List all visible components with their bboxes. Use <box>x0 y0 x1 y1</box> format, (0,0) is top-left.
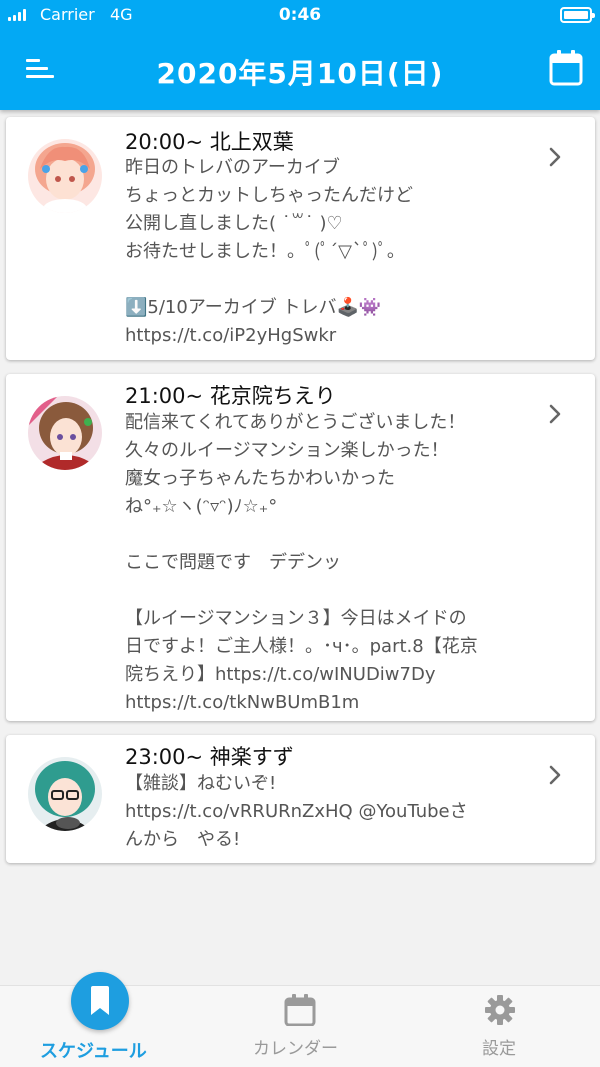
status-bar: Carrier 4G 0:46 <box>0 0 600 30</box>
card-line: 久々のルイージマンション楽しかった！ <box>125 440 449 461</box>
battery-icon <box>560 7 595 23</box>
card-line <box>125 266 413 294</box>
tab-settings-label[interactable]: 設定 <box>482 1034 516 1059</box>
card-description: 配信来てくれてありがとうございました！ 久々のルイージマンション楽しかった！ 魔… <box>125 409 478 717</box>
tab-schedule-label[interactable]: スケジュール <box>40 1037 147 1063</box>
tab-schedule[interactable] <box>71 972 129 1030</box>
card-link[interactable]: https://t.co/vRRURnZxHQ @YouTubeさ <box>125 798 468 826</box>
card-line: ⬇️5/10アーカイブ トレバ🕹️👾 <box>125 297 382 318</box>
status-time: 0:46 <box>278 5 322 25</box>
page-title: 2020年5月10日(日) <box>156 57 444 90</box>
tab-calendar-label[interactable]: カレンダー <box>253 1034 338 1059</box>
chevron-right-icon[interactable] <box>546 765 564 785</box>
card-line: 【ルイージマンション３】今日はメイドの <box>125 608 467 629</box>
avatar <box>28 139 102 213</box>
calendar-icon[interactable] <box>549 50 583 86</box>
card-title: 20:00~ 北上双葉 <box>125 130 294 154</box>
card-line: ちょっとカットしちゃったんだけど <box>125 185 413 206</box>
card-line: 公開し直しました( ˙꒳˙ )♡ <box>125 213 343 234</box>
chevron-right-icon[interactable] <box>546 404 564 424</box>
schedule-card[interactable]: 20:00~ 北上双葉 昨日のトレバのアーカイブ ちょっとカットしちゃったんだけ… <box>6 117 595 360</box>
card-link[interactable]: https://t.co/tkNwBUmB1m <box>125 689 478 717</box>
card-line <box>125 577 478 605</box>
card-description: 昨日のトレバのアーカイブ ちょっとカットしちゃったんだけど 公開し直しました( … <box>125 154 413 350</box>
card-title: 23:00~ 神楽すず <box>125 745 294 769</box>
card-description: 【雑談】ねむいぞ! https://t.co/vRRURnZxHQ @YouTu… <box>125 770 468 854</box>
schedule-card[interactable]: 21:00~ 花京院ちえり 配信来てくれてありがとうございました！ 久々のルイー… <box>6 374 595 721</box>
chevron-right-icon[interactable] <box>546 147 564 167</box>
card-line: 配信来てくれてありがとうございました！ <box>125 412 466 433</box>
card-line <box>125 521 478 549</box>
card-line: 昨日のトレバのアーカイブ <box>125 157 340 178</box>
card-line: 【雑談】ねむいぞ! <box>125 773 277 794</box>
avatar <box>28 396 102 470</box>
app-header: Carrier 4G 0:46 2020年5月10日(日) <box>0 0 600 110</box>
card-line: お待たせしました！。ﾟ(ﾟ´▽`ﾟ)ﾟ。 <box>125 241 405 262</box>
bookmark-icon <box>91 986 109 1015</box>
avatar <box>28 757 102 831</box>
schedule-card[interactable]: 23:00~ 神楽すず 【雑談】ねむいぞ! https://t.co/vRRUR… <box>6 735 595 863</box>
gear-icon[interactable] <box>484 994 516 1026</box>
card-line: 日ですよ！ご主人様！。･ч･。part.8【花京 <box>125 636 478 657</box>
card-line: ここで問題です デデンッ <box>125 552 341 573</box>
card-link[interactable]: https://t.co/iP2yHgSwkr <box>125 322 413 350</box>
card-line: 魔女っ子ちゃんたちかわいかった <box>125 468 395 489</box>
card-line: ね°₊☆ヽ(ᵔ▿ᵔ)ﾉ☆₊° <box>125 496 278 517</box>
calendar-icon[interactable] <box>284 994 316 1026</box>
card-line: んから やる! <box>125 829 241 850</box>
card-link[interactable]: 院ちえり】https://t.co/wINUDiw7Dy <box>125 661 478 689</box>
card-title: 21:00~ 花京院ちえり <box>125 384 336 408</box>
